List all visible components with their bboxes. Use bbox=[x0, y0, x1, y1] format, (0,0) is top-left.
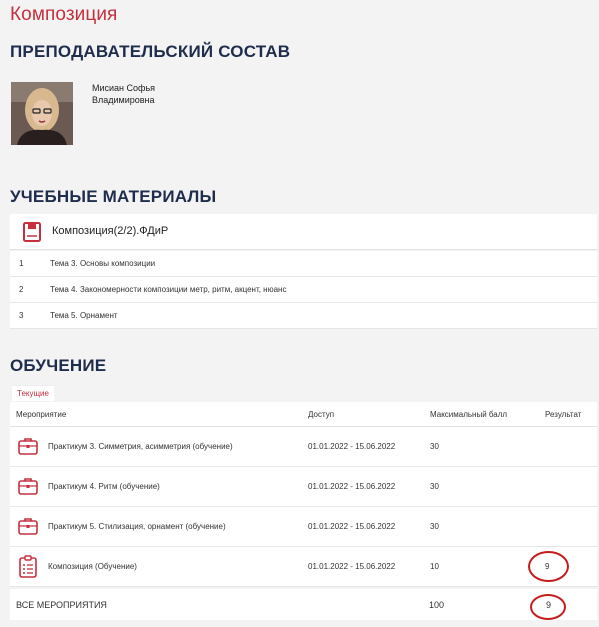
course-material-header[interactable]: Композиция(2/2).ФДиР bbox=[10, 214, 597, 250]
event-access: 01.01.2022 - 15.06.2022 bbox=[308, 562, 396, 571]
event-name[interactable]: Практикум 5. Стилизация, орнамент (обуче… bbox=[48, 522, 226, 531]
table-row[interactable]: Практикум 4. Ритм (обучение) 01.01.2022 … bbox=[10, 467, 597, 507]
material-row[interactable]: 2 Тема 4. Закономерности композиции метр… bbox=[10, 277, 597, 303]
table-row[interactable]: Практикум 5. Стилизация, орнамент (обуче… bbox=[10, 507, 597, 547]
material-number: 2 bbox=[19, 285, 24, 294]
event-access: 01.01.2022 - 15.06.2022 bbox=[308, 522, 396, 531]
teacher-name-line2: Владимировна bbox=[92, 95, 155, 105]
event-name[interactable]: Практикум 3. Симметрия, асимметрия (обуч… bbox=[48, 442, 233, 451]
table-row[interactable]: Практикум 3. Симметрия, асимметрия (обуч… bbox=[10, 427, 597, 467]
event-access: 01.01.2022 - 15.06.2022 bbox=[308, 442, 396, 451]
materials-heading: УЧЕБНЫЕ МАТЕРИАЛЫ bbox=[10, 187, 217, 206]
event-max-score: 30 bbox=[430, 522, 439, 531]
learning-heading: ОБУЧЕНИЕ bbox=[10, 356, 107, 375]
total-label: ВСЕ МЕРОПРИЯТИЯ bbox=[16, 600, 107, 610]
material-title[interactable]: Тема 3. Основы композиции bbox=[50, 259, 155, 268]
tab-current[interactable]: Текущие bbox=[12, 385, 54, 401]
material-title[interactable]: Тема 4. Закономерности композиции метр, … bbox=[50, 285, 286, 294]
column-event: Мероприятие bbox=[16, 410, 67, 419]
column-max-score: Максимальный балл bbox=[430, 410, 508, 419]
teacher-photo[interactable] bbox=[11, 82, 73, 145]
briefcase-icon bbox=[17, 515, 39, 539]
total-max-score: 100 bbox=[429, 600, 445, 610]
material-title[interactable]: Тема 5. Орнамент bbox=[50, 311, 118, 320]
event-name[interactable]: Композиция (Обучение) bbox=[48, 562, 137, 571]
result-annotation-circle bbox=[528, 551, 569, 582]
teacher-name: Мисиан Софья Владимировна bbox=[92, 82, 155, 106]
teacher-name-line1: Мисиан Софья bbox=[92, 83, 155, 93]
clipboard-list-icon bbox=[17, 555, 39, 581]
event-access: 01.01.2022 - 15.06.2022 bbox=[308, 482, 396, 491]
table-row[interactable]: Композиция (Обучение) 01.01.2022 - 15.06… bbox=[10, 547, 597, 587]
event-max-score: 30 bbox=[430, 482, 439, 491]
material-number: 1 bbox=[19, 259, 24, 268]
book-icon bbox=[21, 221, 43, 248]
column-access: Доступ bbox=[308, 410, 335, 419]
teachers-heading: ПРЕПОДАВАТЕЛЬСКИЙ СОСТАВ bbox=[10, 42, 291, 61]
events-table-header: Мероприятие Доступ Максимальный балл Рез… bbox=[10, 402, 597, 427]
total-row: ВСЕ МЕРОПРИЯТИЯ 100 9 bbox=[10, 589, 597, 620]
material-number: 3 bbox=[19, 311, 24, 320]
briefcase-icon bbox=[17, 475, 39, 499]
material-row[interactable]: 1 Тема 3. Основы композиции bbox=[10, 251, 597, 277]
material-row[interactable]: 3 Тема 5. Орнамент bbox=[10, 303, 597, 329]
course-title: Композиция(2/2).ФДиР bbox=[52, 225, 169, 237]
event-max-score: 30 bbox=[430, 442, 439, 451]
total-annotation-circle bbox=[530, 594, 566, 620]
page-title: Композиция bbox=[10, 4, 118, 25]
briefcase-icon bbox=[17, 435, 39, 459]
event-max-score: 10 bbox=[430, 562, 439, 571]
column-result: Результат bbox=[545, 410, 582, 419]
event-name[interactable]: Практикум 4. Ритм (обучение) bbox=[48, 482, 160, 491]
